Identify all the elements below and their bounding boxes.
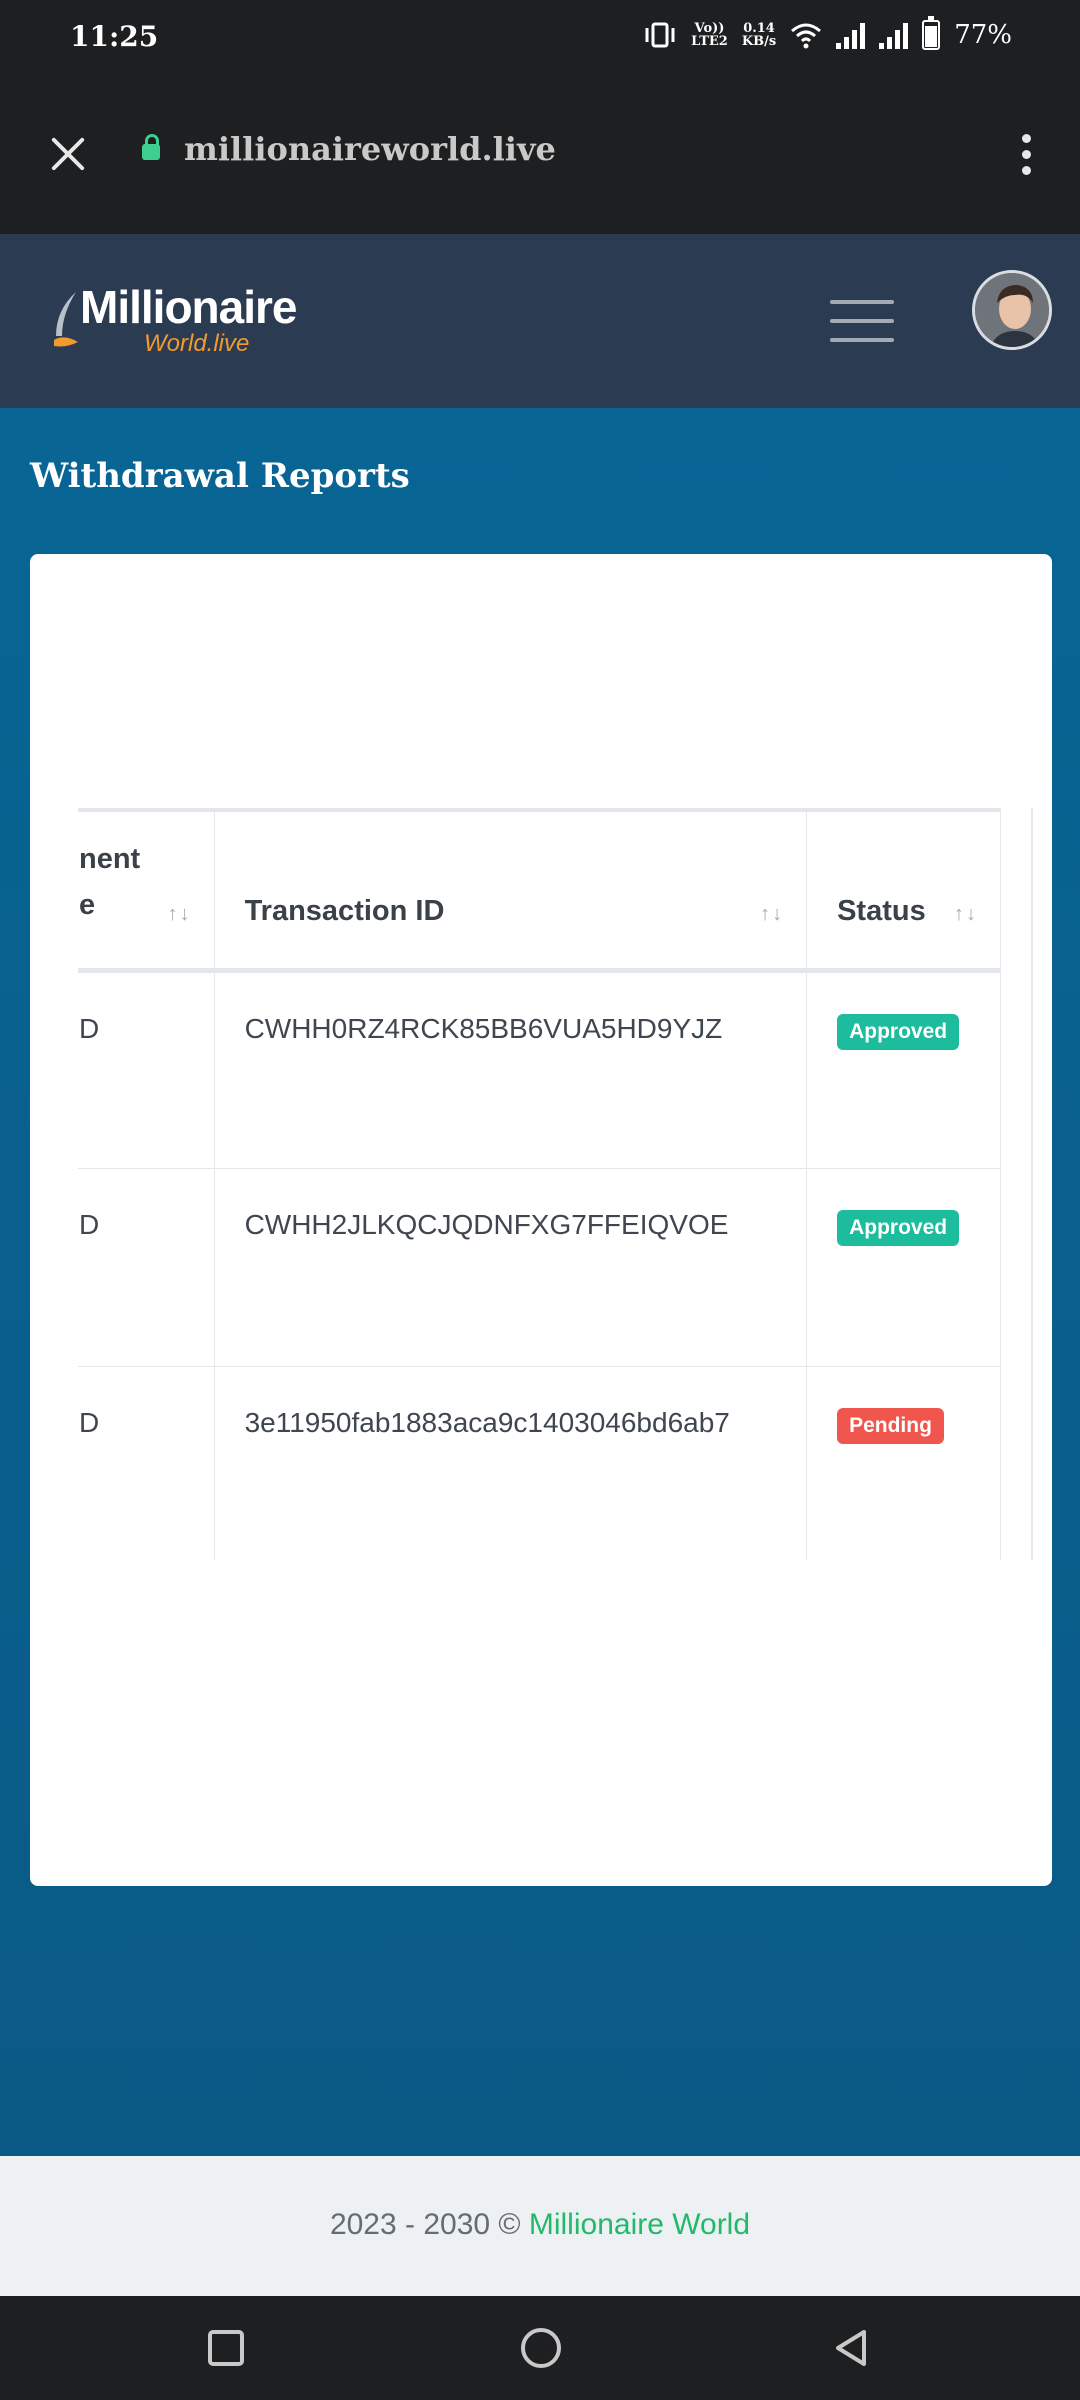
cell-status: Approved [806,969,1001,1169]
signal-icon [879,21,909,49]
status-badge: Approved [837,1209,960,1246]
network-speed: 0.14 KB/s [741,21,777,49]
column-header-transaction-id[interactable]: Transaction ID ↑↓ [213,808,808,973]
column-header-truncated[interactable]: nent e ↑↓ [78,808,215,973]
table-row: D 3e11950fab1883aca9c1403046bd6ab7 Pendi… [78,1365,1001,1560]
sort-icon[interactable]: ↑↓ [168,903,192,926]
table-scroll-container[interactable]: nent e ↑↓ Transaction ID ↑↓ Status ↑↓ D … [78,808,1033,1560]
user-photo [975,273,1049,347]
status-time: 11:25 [70,20,159,53]
lock-icon [142,134,160,160]
status-badge: Approved [837,1013,960,1050]
browser-toolbar: millionaireworld.live [0,78,1080,234]
cell-truncated: D [78,969,215,1169]
close-icon[interactable] [48,134,88,174]
cell-transaction-id: 3e11950fab1883aca9c1403046bd6ab7 [213,1365,808,1560]
volte-indicator: Vo)) LTE2 [691,21,728,49]
status-bar: 11:25 Vo)) LTE2 0.14 KB/s 77% [0,0,1080,78]
page-title: Withdrawal Reports [30,456,410,496]
logo-main-text: Millionaire [80,281,297,333]
back-icon[interactable] [832,2328,872,2368]
main-content: Withdrawal Reports nent e ↑↓ Transaction… [0,408,1080,2156]
table-row: D CWHH2JLKQCJQDNFXG7FFEIQVOE Approved [78,1167,1001,1367]
vibrate-icon [645,22,675,48]
wifi-icon [791,23,822,49]
site-header: Millionaire World.live [0,234,1080,408]
sort-icon[interactable]: ↑↓ [760,903,784,926]
logo-mark-icon [54,292,78,347]
cell-transaction-id: CWHH2JLKQCJQDNFXG7FFEIQVOE [213,1167,808,1367]
cell-transaction-id: CWHH0RZ4RCK85BB6VUA5HD9YJZ [213,969,808,1169]
battery-icon [922,16,941,50]
footer-copyright: 2023 - 2030 © [329,2208,529,2241]
withdrawal-table: nent e ↑↓ Transaction ID ↑↓ Status ↑↓ D … [78,808,1001,1560]
site-logo[interactable]: Millionaire World.live [50,280,297,360]
status-icons: Vo)) LTE2 0.14 KB/s 77% [643,16,1012,50]
footer-link[interactable]: Millionaire World [529,2208,750,2241]
cell-status: Pending [806,1365,1001,1560]
hamburger-menu-icon[interactable] [830,300,894,344]
report-card: nent e ↑↓ Transaction ID ↑↓ Status ↑↓ D … [30,554,1052,1886]
system-nav-bar [0,2296,1080,2400]
battery-level: 77% [954,20,1012,50]
cell-truncated: D [78,1167,215,1367]
table-header-row: nent e ↑↓ Transaction ID ↑↓ Status ↑↓ [78,808,1001,973]
sort-icon[interactable]: ↑↓ [954,903,978,926]
cell-status: Approved [806,1167,1001,1367]
table-row: D CWHH0RZ4RCK85BB6VUA5HD9YJZ Approved [78,969,1001,1169]
signal-icon [836,21,866,49]
recents-icon[interactable] [208,2330,244,2366]
home-icon[interactable] [521,2328,561,2368]
status-badge: Pending [837,1407,944,1444]
more-menu-icon[interactable] [1016,134,1036,178]
cell-truncated: D [78,1365,215,1560]
column-header-status[interactable]: Status ↑↓ [806,808,1001,973]
avatar[interactable] [972,270,1052,350]
page-footer: 2023 - 2030 © Millionaire World [0,2156,1080,2296]
logo-sub-text: World.live [144,330,250,357]
url-text[interactable]: millionaireworld.live [184,130,556,168]
